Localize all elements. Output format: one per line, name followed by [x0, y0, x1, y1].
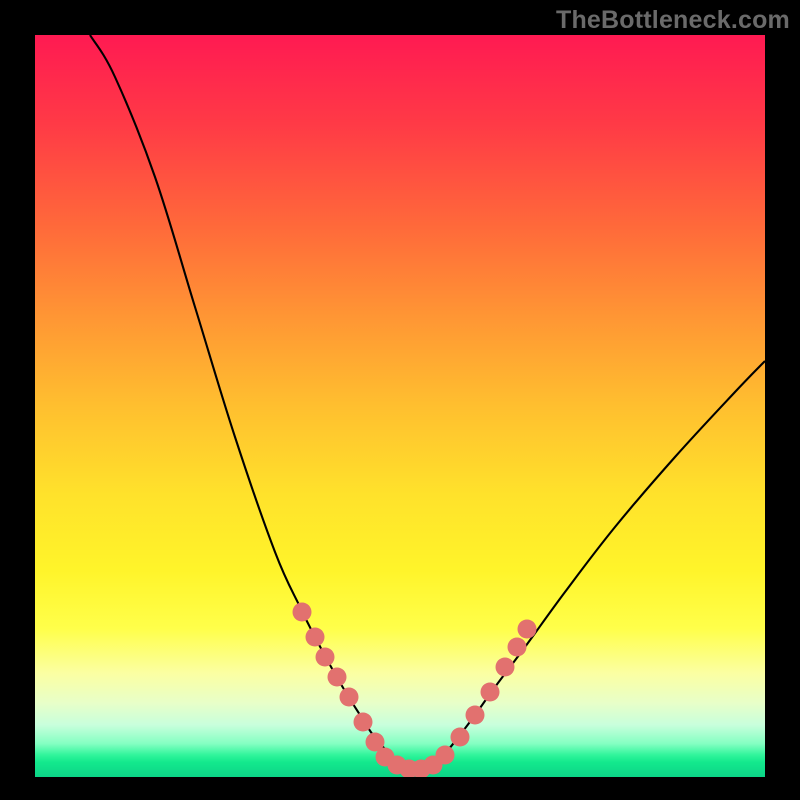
- data-dot: [518, 620, 537, 639]
- data-dot: [306, 628, 325, 647]
- data-dot: [436, 746, 455, 765]
- data-dot: [340, 688, 359, 707]
- data-dot: [354, 713, 373, 732]
- chart-svg: [35, 35, 765, 777]
- data-dot: [481, 683, 500, 702]
- data-dots: [293, 603, 537, 778]
- plot-area: [35, 35, 765, 777]
- data-dot: [293, 603, 312, 622]
- data-dot: [508, 638, 527, 657]
- data-dot: [496, 658, 515, 677]
- right-curve: [415, 361, 765, 767]
- chart-frame: TheBottleneck.com: [0, 0, 800, 800]
- left-curve: [90, 35, 415, 767]
- data-dot: [316, 648, 335, 667]
- data-dot: [451, 728, 470, 747]
- data-dot: [328, 668, 347, 687]
- data-dot: [466, 706, 485, 725]
- watermark-text: TheBottleneck.com: [556, 6, 790, 35]
